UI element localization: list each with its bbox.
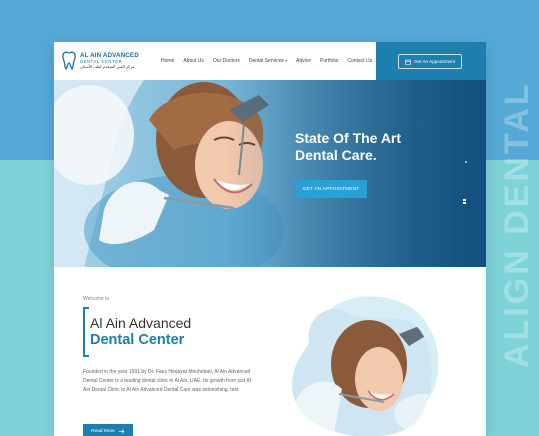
about-title-line2: Dental Center [90,332,185,348]
about-title-line1: Al Ain Advanced [90,315,192,331]
nav-home[interactable]: Home [161,58,174,64]
arrow-right-icon [118,428,125,434]
header-cta-panel: Get An Appointment [376,42,486,80]
dentist-patient-photo [54,80,486,267]
about-section: Welcome to Al Ain Advanced Dental Center… [54,267,486,436]
side-watermark-text: ALIGN DENTAL [498,81,536,369]
calendar-icon [405,59,411,65]
read-more-label: Read More [91,428,115,434]
get-appointment-button[interactable]: Get An Appointment [398,54,462,69]
hero-appointment-label: GET AN APPOINTMENT [302,186,360,192]
nav-about-us[interactable]: About Us [183,58,204,64]
nav-our-doctors[interactable]: Our Doctors [213,58,240,64]
hero-section: State Of The Art Dental Care. GET AN APP… [54,80,486,267]
slider-menu-icon[interactable] [463,199,466,205]
nav-dental-services[interactable]: Dental Services [249,58,287,64]
slider-dot[interactable] [465,161,467,163]
site-logo[interactable]: AL AIN ADVANCED DENTAL CENTER مركز العين… [61,51,139,71]
read-more-button[interactable]: Read More [83,424,133,436]
nav-advice[interactable]: Advice [296,58,311,64]
tooth-logo-icon [62,51,76,70]
get-appointment-label: Get An Appointment [414,59,455,64]
main-nav: Home About Us Our Doctors Dental Service… [161,58,372,64]
nav-portfolio[interactable]: Portfolio [320,58,338,64]
hero-appointment-button[interactable]: GET AN APPOINTMENT [295,180,367,198]
logo-arabic: مركز العين المتقدم لطب الأسنان [80,64,135,70]
website-mockup: AL AIN ADVANCED DENTAL CENTER مركز العين… [54,42,486,436]
nav-contact-us[interactable]: Contact Us [347,58,372,64]
about-blob-photo [292,296,439,436]
title-bracket-decoration [83,307,89,357]
welcome-label: Welcome to [83,296,110,302]
site-header: AL AIN ADVANCED DENTAL CENTER مركز العين… [54,42,486,80]
hero-title: State Of The Art Dental Care. [295,130,402,163]
about-paragraph: Founded in the year 1991 by Dr. Faez Hed… [83,369,251,393]
